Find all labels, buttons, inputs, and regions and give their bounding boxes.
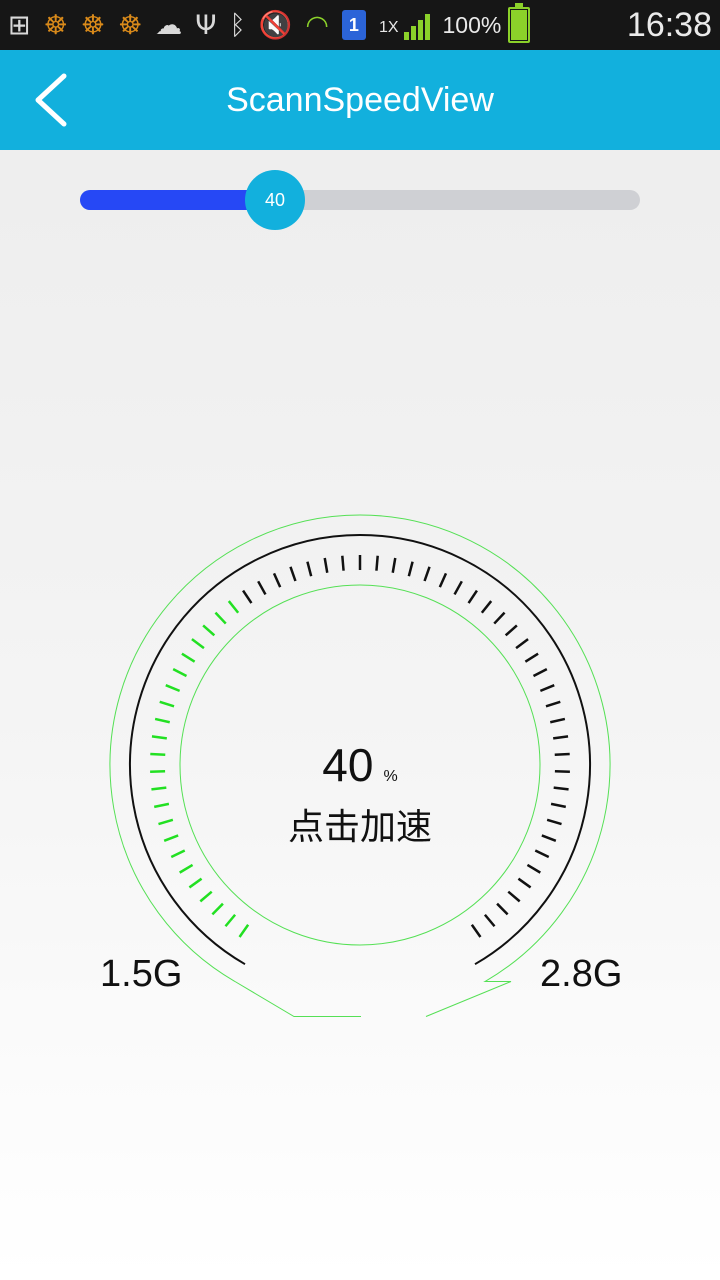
gauge-value-number: 40	[322, 739, 374, 791]
gauge-value-unit: %	[383, 768, 398, 785]
gauge-tick	[151, 786, 167, 791]
gauge-tick	[159, 700, 175, 708]
gauge-tick	[470, 924, 482, 938]
gauge-tick	[150, 752, 166, 757]
gauge-tick	[480, 600, 493, 614]
gauge-tick	[524, 652, 539, 663]
gauge-tick	[306, 561, 313, 577]
gauge-tick	[526, 863, 541, 874]
gauge-tick	[545, 700, 561, 708]
gauge-tick	[407, 561, 414, 577]
gauge-tick	[483, 913, 496, 928]
gauge-tick	[165, 684, 181, 693]
gauge-tick	[553, 735, 569, 740]
gauge-tick	[191, 638, 205, 650]
gauge-tick	[517, 877, 532, 889]
gauge-value: 40%	[270, 738, 450, 792]
gauge-tick	[199, 890, 213, 903]
gauge-tick	[493, 611, 506, 625]
gauge-tick	[532, 668, 548, 678]
gauge-tick	[224, 913, 237, 928]
gauge-min-label: 1.5G	[100, 953, 183, 995]
gauge-tick	[453, 580, 463, 596]
gauge-tick	[391, 557, 397, 573]
gauge-tick	[179, 863, 194, 874]
gauge-tick	[153, 802, 170, 809]
gauge-tick	[272, 572, 282, 588]
gauge-tick	[554, 752, 570, 757]
gauge-tick	[496, 902, 509, 916]
gauge-tick	[541, 834, 557, 842]
accelerate-label: 点击加速	[287, 806, 432, 847]
gauge-tick	[553, 786, 569, 791]
gauge-tick	[423, 566, 431, 582]
gauge-tick	[341, 555, 345, 571]
gauge-tick	[515, 638, 529, 650]
gauge-tick	[154, 717, 171, 724]
gauge-tick	[467, 589, 478, 604]
gauge-tick	[238, 924, 250, 938]
gauge-tick	[214, 611, 227, 625]
gauge-tick	[539, 684, 555, 693]
gauge-tick	[242, 589, 253, 604]
gauge-tick	[257, 580, 267, 596]
gauge-tick	[546, 818, 562, 826]
gauge-tick	[534, 849, 550, 859]
gauge-tick	[188, 877, 203, 889]
gauge-tick	[323, 557, 329, 573]
gauge-tick	[202, 624, 216, 637]
gauge-tick	[549, 717, 566, 724]
gauge-tick	[163, 834, 179, 842]
gauge-tick	[158, 818, 174, 826]
gauge-tick	[504, 624, 518, 637]
gauge-tick	[507, 890, 521, 903]
gauge-tick	[375, 555, 379, 571]
gauge-tick	[151, 735, 167, 740]
gauge-tick	[170, 849, 186, 859]
gauge-tick	[227, 600, 240, 614]
gauge-tick	[172, 668, 188, 678]
gauge-tick	[211, 902, 224, 916]
gauge-outer-foot	[234, 981, 361, 1018]
gauge-max-label: 2.8G	[540, 953, 623, 995]
gauge-tick	[181, 652, 196, 663]
gauge-tick	[438, 572, 448, 588]
gauge-tick	[550, 802, 567, 809]
gauge-tick	[289, 566, 297, 582]
